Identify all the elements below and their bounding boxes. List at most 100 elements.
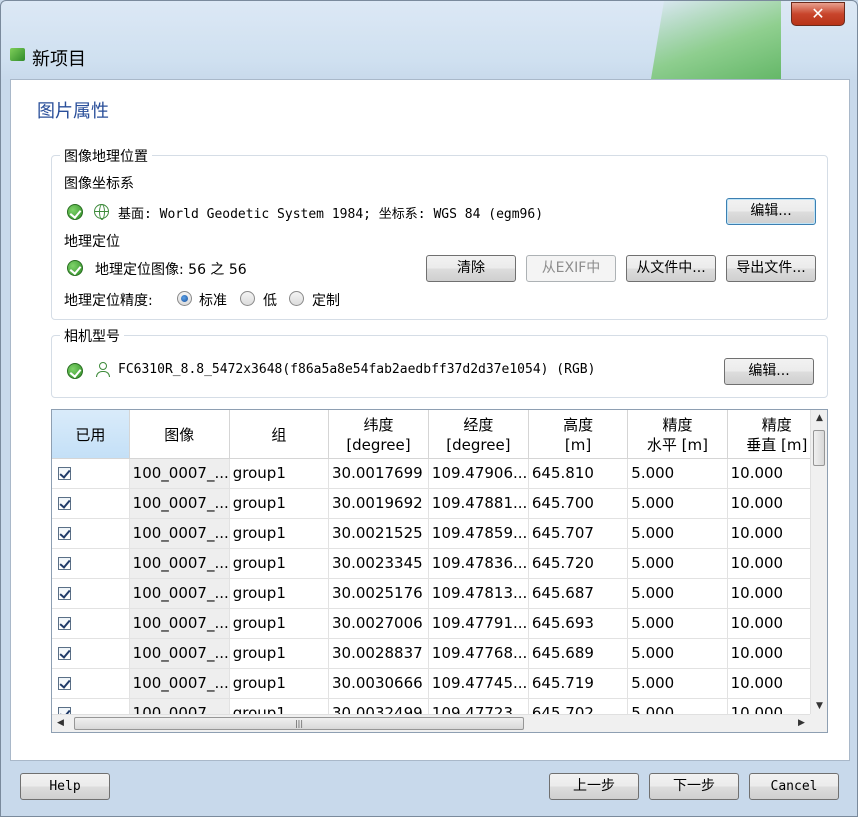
cell-altitude[interactable]: 645.719 [528, 668, 629, 699]
enabled-checkbox[interactable] [58, 497, 71, 510]
cell-altitude[interactable]: 645.700 [528, 488, 629, 519]
cell-enabled [52, 578, 130, 609]
cell-group[interactable]: group1 [229, 488, 330, 519]
cell-longitude[interactable]: 109.47836... [428, 548, 529, 579]
cell-longitude[interactable]: 109.47813... [428, 578, 529, 609]
cell-accuracy-horizontal[interactable]: 5.000 [627, 638, 728, 669]
table-row[interactable]: 100_0007_... group1 30.0027006 109.47791...… [52, 608, 827, 639]
cell-accuracy-horizontal[interactable]: 5.000 [627, 458, 728, 489]
cell-latitude[interactable]: 30.0028837 [328, 638, 429, 669]
brand-artwork [651, 1, 781, 79]
page-title: 图片属性 [37, 101, 109, 122]
enabled-checkbox[interactable] [58, 617, 71, 630]
cell-longitude[interactable]: 109.47745... [428, 668, 529, 699]
horizontal-scrollbar[interactable]: ◀ ||| ▶ [52, 714, 810, 732]
crs-edit-button[interactable]: 编辑... [726, 198, 816, 225]
cell-image[interactable]: 100_0007_... [129, 608, 230, 639]
horizontal-scroll-thumb[interactable]: ||| [74, 717, 524, 730]
next-button[interactable]: 下一步 [649, 773, 739, 800]
column-header-group[interactable]: 组 [229, 410, 330, 459]
column-header-image[interactable]: 图像 [129, 410, 230, 459]
cell-image[interactable]: 100_0007_... [129, 668, 230, 699]
vertical-scrollbar[interactable]: ▲ ▼ [810, 410, 827, 715]
from-exif-button[interactable]: 从EXIF中 [526, 255, 616, 282]
close-button[interactable]: ✕ [791, 2, 845, 26]
clear-button[interactable]: 清除 [426, 255, 516, 282]
vertical-scroll-thumb[interactable] [813, 430, 825, 466]
enabled-checkbox[interactable] [58, 647, 71, 660]
cell-longitude[interactable]: 109.47791... [428, 608, 529, 639]
camera-edit-button[interactable]: 编辑... [724, 358, 814, 385]
scroll-up-arrow-icon[interactable]: ▲ [811, 410, 827, 427]
cell-altitude[interactable]: 645.693 [528, 608, 629, 639]
cell-altitude[interactable]: 645.810 [528, 458, 629, 489]
table-row[interactable]: 100_0007_... group1 30.0025176 109.47813...… [52, 578, 827, 609]
title-bar[interactable]: 新项目 ✕ [1, 1, 857, 79]
cell-enabled [52, 668, 130, 699]
table-row[interactable]: 100_0007_... group1 30.0030666 109.47745...… [52, 668, 827, 699]
accuracy-low-radio[interactable] [240, 291, 255, 306]
table-row[interactable]: 100_0007_... group1 30.0019692 109.47881...… [52, 488, 827, 519]
cell-latitude[interactable]: 30.0023345 [328, 548, 429, 579]
cell-latitude[interactable]: 30.0030666 [328, 668, 429, 699]
column-header-altitude[interactable]: 高度 [m] [528, 410, 629, 459]
cell-accuracy-horizontal[interactable]: 5.000 [627, 668, 728, 699]
scroll-down-arrow-icon[interactable]: ▼ [811, 698, 827, 715]
cell-accuracy-horizontal[interactable]: 5.000 [627, 518, 728, 549]
cell-altitude[interactable]: 645.689 [528, 638, 629, 669]
from-file-button[interactable]: 从文件中... [626, 255, 716, 282]
cell-accuracy-horizontal[interactable]: 5.000 [627, 488, 728, 519]
back-button[interactable]: 上一步 [549, 773, 639, 800]
cell-group[interactable]: group1 [229, 608, 330, 639]
cell-accuracy-horizontal[interactable]: 5.000 [627, 578, 728, 609]
table-row[interactable]: 100_0007_... group1 30.0021525 109.47859...… [52, 518, 827, 549]
cell-latitude[interactable]: 30.0017699 [328, 458, 429, 489]
scroll-right-arrow-icon[interactable]: ▶ [793, 715, 810, 732]
cell-image[interactable]: 100_0007_... [129, 488, 230, 519]
cell-image[interactable]: 100_0007_... [129, 458, 230, 489]
table-row[interactable]: 100_0007_... group1 30.0023345 109.47836...… [52, 548, 827, 579]
cell-longitude[interactable]: 109.47906... [428, 458, 529, 489]
cell-group[interactable]: group1 [229, 578, 330, 609]
enabled-checkbox[interactable] [58, 587, 71, 600]
cell-group[interactable]: group1 [229, 548, 330, 579]
column-header-accuracy-horizontal[interactable]: 精度 水平 [m] [627, 410, 728, 459]
scroll-left-arrow-icon[interactable]: ◀ [52, 715, 69, 732]
cell-longitude[interactable]: 109.47768... [428, 638, 529, 669]
enabled-checkbox[interactable] [58, 557, 71, 570]
cell-altitude[interactable]: 645.707 [528, 518, 629, 549]
enabled-checkbox[interactable] [58, 677, 71, 690]
cell-group[interactable]: group1 [229, 518, 330, 549]
geolocation-label: 地理定位 [64, 234, 120, 250]
cell-longitude[interactable]: 109.47881... [428, 488, 529, 519]
enabled-checkbox[interactable] [58, 527, 71, 540]
cell-longitude[interactable]: 109.47859... [428, 518, 529, 549]
cell-latitude[interactable]: 30.0027006 [328, 608, 429, 639]
cell-enabled [52, 518, 130, 549]
cell-image[interactable]: 100_0007_... [129, 548, 230, 579]
cell-altitude[interactable]: 645.720 [528, 548, 629, 579]
table-row[interactable]: 100_0007_... group1 30.0028837 109.47768...… [52, 638, 827, 669]
cell-image[interactable]: 100_0007_... [129, 518, 230, 549]
accuracy-custom-radio[interactable] [289, 291, 304, 306]
help-button[interactable]: Help [20, 773, 110, 800]
cell-group[interactable]: group1 [229, 668, 330, 699]
export-file-button[interactable]: 导出文件... [726, 255, 816, 282]
cell-altitude[interactable]: 645.687 [528, 578, 629, 609]
accuracy-standard-radio[interactable] [177, 291, 192, 306]
cell-latitude[interactable]: 30.0019692 [328, 488, 429, 519]
column-header-enabled[interactable]: 已用 [52, 410, 130, 459]
enabled-checkbox[interactable] [58, 467, 71, 480]
cell-accuracy-horizontal[interactable]: 5.000 [627, 608, 728, 639]
cell-accuracy-horizontal[interactable]: 5.000 [627, 548, 728, 579]
cell-image[interactable]: 100_0007_... [129, 638, 230, 669]
cell-group[interactable]: group1 [229, 638, 330, 669]
table-row[interactable]: 100_0007_... group1 30.0017699 109.47906...… [52, 458, 827, 489]
column-header-longitude[interactable]: 经度 [degree] [428, 410, 529, 459]
cell-latitude[interactable]: 30.0021525 [328, 518, 429, 549]
column-header-latitude[interactable]: 纬度 [degree] [328, 410, 429, 459]
cell-image[interactable]: 100_0007_... [129, 578, 230, 609]
cell-group[interactable]: group1 [229, 458, 330, 489]
cell-latitude[interactable]: 30.0025176 [328, 578, 429, 609]
cancel-button[interactable]: Cancel [749, 773, 839, 800]
